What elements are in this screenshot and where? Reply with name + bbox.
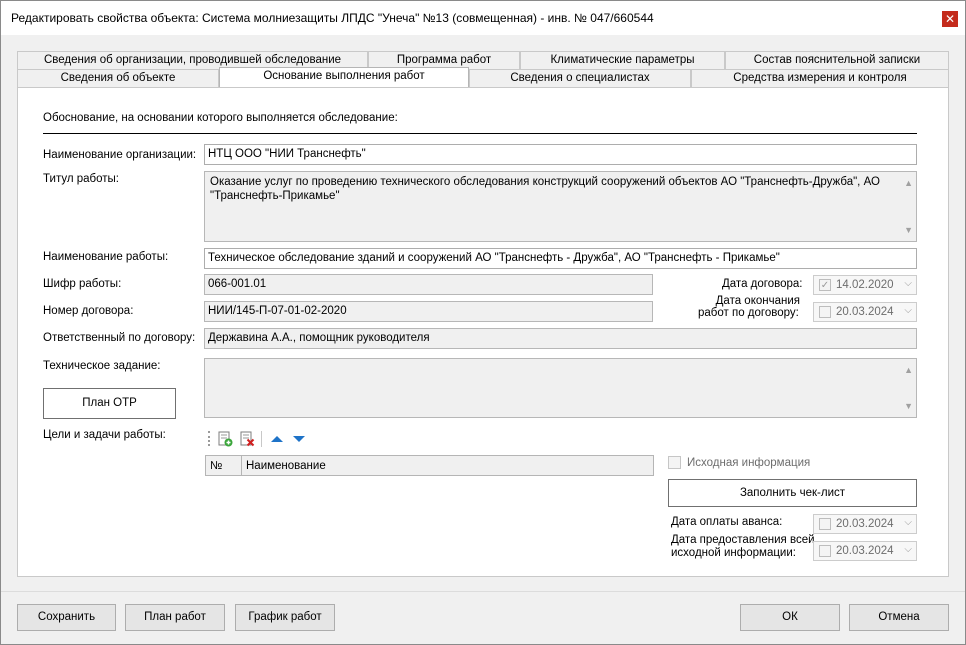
source-date-checkbox[interactable] (819, 545, 831, 557)
contract-end-date-checkbox[interactable] (819, 306, 831, 318)
contract-date-picker[interactable]: ✓ 14.02.2020 ⌵ (813, 275, 917, 295)
contract-no-field[interactable]: НИИ/145-П-07-01-02-2020 (204, 301, 653, 322)
toolbar-separator (261, 431, 262, 447)
tab-explanatory-note[interactable]: Состав пояснительной записки (725, 51, 949, 69)
scroll-down-icon[interactable]: ▼ (904, 399, 913, 413)
goals-column-name[interactable]: Наименование (242, 456, 652, 475)
scroll-down-icon[interactable]: ▼ (904, 223, 913, 237)
work-name-field[interactable]: Техническое обследование зданий и сооруж… (204, 248, 917, 269)
chevron-down-icon[interactable]: ⌵ (904, 544, 912, 555)
title-bar: Редактировать свойства объекта: Система … (1, 1, 965, 35)
source-date-label-line1: Дата предоставления всей (671, 534, 815, 546)
goals-table-header: № Наименование (205, 455, 654, 476)
org-name-label: Наименование организации: (43, 149, 197, 161)
fill-checklist-button[interactable]: Заполнить чек-лист (668, 479, 917, 507)
contract-end-date-value: 20.03.2024 (836, 306, 894, 318)
window-title: Редактировать свойства объекта: Система … (11, 11, 654, 25)
tab-measuring-instruments[interactable]: Средства измерения и контроля (691, 69, 949, 87)
save-button[interactable]: Сохранить (17, 604, 116, 631)
source-info-checkbox[interactable] (668, 456, 681, 469)
toolbar-grip (208, 431, 210, 446)
source-info-label: Исходная информация (687, 457, 811, 469)
work-plan-button[interactable]: План работ (125, 604, 225, 631)
plan-otr-button[interactable]: План ОТР (43, 388, 176, 419)
contract-end-label-line2: работ по договору: (698, 307, 799, 319)
scroll-up-icon[interactable]: ▲ (904, 176, 913, 190)
section-divider (43, 133, 917, 134)
add-row-icon[interactable] (217, 431, 233, 447)
tab-object-info[interactable]: Сведения об объекте (17, 69, 219, 87)
source-date-label-line2: исходной информации: (671, 547, 796, 559)
chevron-down-icon[interactable]: ⌵ (904, 305, 912, 316)
org-name-field[interactable]: НТЦ ООО "НИИ Транснефть" (204, 144, 917, 165)
advance-date-label: Дата оплаты аванса: (671, 516, 783, 528)
chevron-down-icon[interactable]: ⌵ (904, 278, 912, 289)
scroll-up-icon[interactable]: ▲ (904, 363, 913, 377)
contract-end-date-picker[interactable]: 20.03.2024 ⌵ (813, 302, 917, 322)
tab-climate-params[interactable]: Климатические параметры (520, 51, 725, 69)
source-date-picker[interactable]: 20.03.2024 ⌵ (813, 541, 917, 561)
contract-date-checkbox[interactable]: ✓ (819, 279, 831, 291)
work-code-field[interactable]: 066-001.01 (204, 274, 653, 295)
work-code-label: Шифр работы: (43, 278, 122, 290)
contract-date-value: 14.02.2020 (836, 279, 894, 291)
advance-date-checkbox[interactable] (819, 518, 831, 530)
goals-column-number[interactable]: № (206, 456, 242, 475)
contract-end-label-line1: Дата окончания (715, 295, 800, 307)
delete-row-icon[interactable] (239, 431, 255, 447)
chevron-down-icon[interactable]: ⌵ (904, 517, 912, 528)
goals-label: Цели и задачи работы: (43, 429, 166, 441)
tab-specialists[interactable]: Сведения о специалистах (469, 69, 691, 87)
section-heading: Обоснование, на основании которого выпол… (43, 112, 398, 124)
tech-task-field[interactable]: ▲ ▼ (204, 358, 917, 418)
edit-properties-dialog: Редактировать свойства объекта: Система … (0, 0, 966, 645)
work-title-field[interactable]: Оказание услуг по проведению техническог… (204, 171, 917, 242)
work-title-text: Оказание услуг по проведению техническог… (210, 176, 880, 202)
move-up-icon[interactable] (269, 431, 285, 447)
contract-date-label: Дата договора: (722, 278, 803, 290)
tech-task-label: Техническое задание: (43, 360, 161, 372)
contract-no-label: Номер договора: (43, 305, 134, 317)
ok-button[interactable]: ОК (740, 604, 840, 631)
advance-date-value: 20.03.2024 (836, 518, 894, 530)
responsible-label: Ответственный по договору: (43, 332, 196, 344)
work-title-label: Титул работы: (43, 173, 119, 185)
close-button[interactable]: ✕ (942, 11, 958, 27)
work-schedule-button[interactable]: График работ (235, 604, 335, 631)
advance-date-picker[interactable]: 20.03.2024 ⌵ (813, 514, 917, 534)
source-date-value: 20.03.2024 (836, 545, 894, 557)
tab-work-basis[interactable]: Основание выполнения работ (219, 67, 469, 87)
responsible-field[interactable]: Державина А.А., помощник руководителя (204, 328, 917, 349)
footer-divider (1, 591, 965, 592)
move-down-icon[interactable] (291, 431, 307, 447)
cancel-button[interactable]: Отмена (849, 604, 949, 631)
work-name-label: Наименование работы: (43, 251, 169, 263)
